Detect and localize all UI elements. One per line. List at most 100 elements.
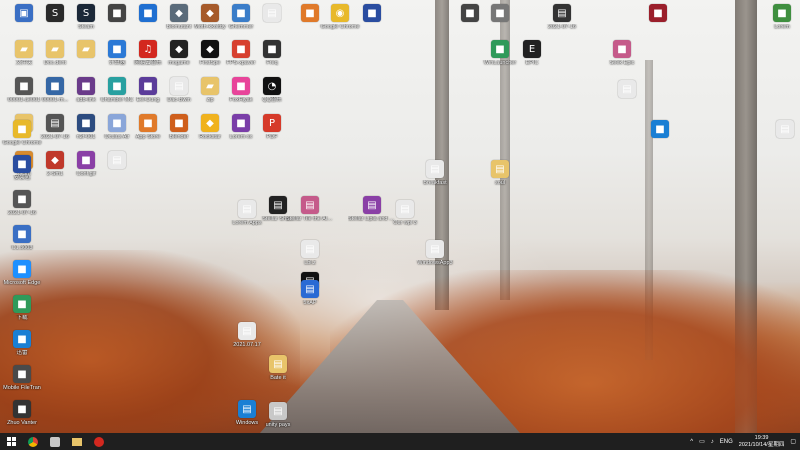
app-icon: ■ [13, 295, 31, 313]
desktop-icon-label: PDF [266, 134, 278, 140]
desktop-icon[interactable]: ■ [636, 120, 684, 164]
app-icon: ■ [491, 40, 509, 58]
clock-time: 19:39 [754, 434, 769, 441]
app-icon: ■ [13, 400, 31, 418]
chrome-icon [28, 436, 38, 447]
desktop-icon-label: Freq [266, 60, 278, 66]
desktop-icon[interactable]: ▤ 5xAP [286, 280, 334, 324]
desktop-icon[interactable]: ■ Lorem [758, 4, 800, 48]
file-icon: ▤ [301, 196, 319, 214]
system-tray: ^ ▭ ♪ ENG 19:39 2021/10/14/星期四 ▢ [690, 435, 800, 449]
desktop-icon[interactable]: ▤ WindowsApp3 [411, 240, 459, 284]
clock[interactable]: 19:39 2021/10/14/星期四 [739, 435, 785, 449]
epic-icon: E [523, 40, 541, 58]
app-icon: ■ [13, 190, 31, 208]
music-icon [94, 436, 104, 447]
desktop-icon[interactable]: P PDF [248, 114, 296, 158]
file-icon: ▤ [238, 400, 256, 418]
desktop-icon-label: Seek Epic [609, 60, 635, 66]
desktop-icon-label: 安装包 [13, 175, 31, 181]
desktop-icon[interactable]: ▤ [93, 151, 141, 195]
app-icon: ■ [263, 40, 281, 58]
start-button[interactable] [0, 433, 22, 450]
pdf-icon: P [263, 114, 281, 132]
desktop-icon-label: QQ音乐 [262, 97, 282, 103]
taskbar: ^ ▭ ♪ ENG 19:39 2021/10/14/星期四 ▢ [0, 433, 800, 450]
chrome-icon: ◉ [331, 4, 349, 22]
app-icon: ■ [491, 4, 509, 22]
clock-date: 2021/10/14/星期四 [738, 441, 785, 448]
desktop-icon-label: Google Chrome [2, 140, 42, 146]
file-icon: ▤ [396, 200, 414, 218]
file-icon: ▤ [269, 402, 287, 420]
desktop-icon[interactable]: ■ [348, 4, 396, 48]
taskbar-chrome[interactable] [22, 433, 44, 450]
file-icon: ▤ [491, 160, 509, 178]
app-icon: ■ [13, 155, 31, 173]
desktop-icon[interactable]: ▤ Our wpl 3 [381, 200, 429, 244]
file-icon: ▤ [618, 80, 636, 98]
desktop-icon-label: Zhuo Vanter [7, 420, 37, 426]
app-icon: ■ [773, 4, 791, 22]
network-icon[interactable]: ▭ [699, 438, 705, 445]
desktop-icon-label: 2021.07.17 [233, 342, 261, 348]
desktop-icon[interactable]: ▤ [761, 120, 800, 164]
desktop-icon[interactable]: ▤ Breakfast [411, 160, 459, 204]
desktop-icon-label: 2021-07-16 [7, 210, 37, 216]
app-icon: ■ [651, 120, 669, 138]
desktop-icon-label: WindowsApp3 [417, 260, 453, 266]
taskbar-game[interactable] [44, 433, 66, 450]
file-icon: ▤ [238, 322, 256, 340]
notification-icon[interactable]: ▢ [790, 438, 796, 445]
desktop-icon[interactable]: ▤ soul [476, 160, 524, 204]
desktop-icon[interactable]: ▤ [603, 80, 651, 124]
language-indicator[interactable]: ENG [720, 439, 733, 445]
desktop-icon[interactable]: E EPIC [508, 40, 556, 84]
folder-icon [72, 437, 82, 446]
volume-icon[interactable]: ♪ [711, 439, 714, 445]
desktop-icon-label: Windows [235, 420, 259, 426]
desktop-icon-label: Mobile FileTran [3, 385, 41, 391]
desktop-icon[interactable]: ▤ Windows [223, 400, 271, 433]
app-icon: ■ [13, 260, 31, 278]
desktop-icon-label: Microsoft Edge [3, 280, 41, 286]
desktop-icon-label: Lorem [774, 24, 790, 30]
app-icon: ■ [613, 40, 631, 58]
desktop[interactable]: ▣ S S Steam ■ ■ ◆ Biomutant ◆ Moth-kkoltdy ■ Ghemme… [0, 0, 800, 433]
file-icon: ▤ [263, 4, 281, 22]
qq-icon: ◔ [263, 77, 281, 95]
desktop-icon-label: Breakfast [423, 180, 447, 186]
desktop-icon-label: Our wpl 3 [393, 220, 417, 226]
file-icon: ▤ [776, 120, 794, 138]
file-icon: ▤ [426, 240, 444, 258]
desktop-icon[interactable]: ■ Zhuo Vanter [0, 400, 46, 433]
app-icon: ■ [649, 4, 667, 22]
desktop-icon-label: EPIC [525, 60, 539, 66]
desktop-icon-label: 下载 [16, 315, 28, 321]
desktop-icon[interactable]: ■ Seek Epic [598, 40, 646, 84]
desktop-icon-label: 2021-07-16 [547, 24, 577, 30]
chevron-up-icon[interactable]: ^ [690, 439, 693, 445]
file-icon: ▤ [269, 196, 287, 214]
app-icon: ■ [13, 225, 31, 243]
file-icon: ▤ [269, 355, 287, 373]
file-icon: ▤ [301, 280, 319, 298]
file-icon: ▤ [426, 160, 444, 178]
app-icon: ■ [363, 4, 381, 22]
windows-icon [6, 437, 16, 446]
desktop-icon-label: Bate it [270, 375, 286, 381]
taskbar-music[interactable] [88, 433, 110, 450]
desktop-icon[interactable]: ▤ 2021.07.17 [223, 322, 271, 366]
desktop-icon-label: soul [494, 180, 506, 186]
file-icon: ▤ [363, 196, 381, 214]
desktop-icon-label: Lbl.z [304, 260, 316, 266]
file-icon: ▤ [108, 151, 126, 169]
taskbar-folder[interactable] [66, 433, 88, 450]
game-icon [50, 436, 60, 447]
app-icon: ■ [13, 120, 31, 138]
app-icon: ■ [13, 330, 31, 348]
desktop-icon-label: 5xAP [303, 300, 317, 306]
file-icon: ▤ [301, 240, 319, 258]
app-icon: ■ [13, 365, 31, 383]
desktop-icon[interactable]: ▤ Stellar Tile the Alum [286, 196, 334, 240]
